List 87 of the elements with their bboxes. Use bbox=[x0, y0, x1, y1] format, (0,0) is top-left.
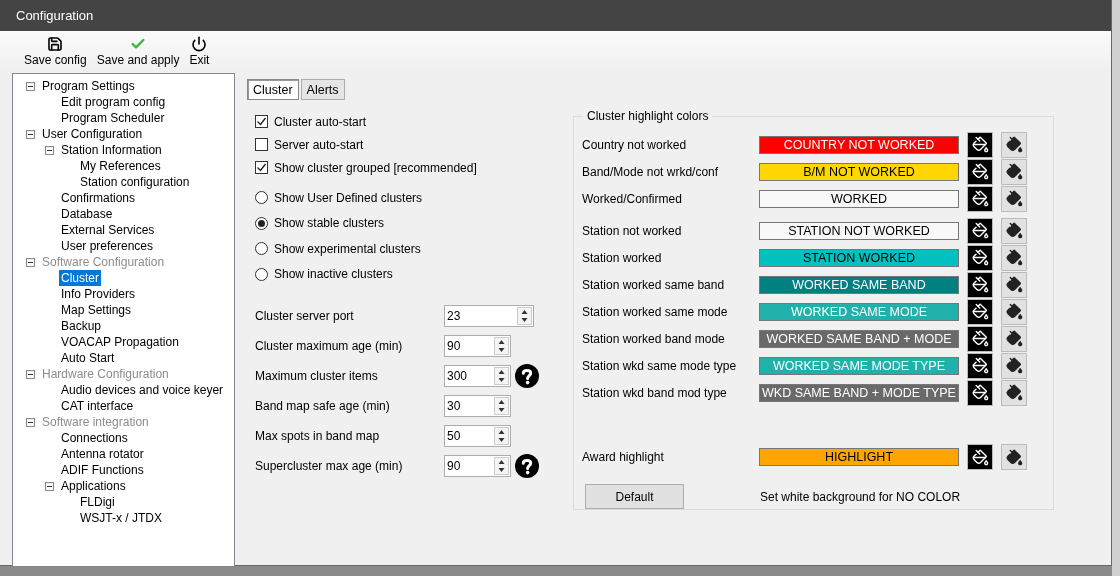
power-icon bbox=[191, 36, 208, 52]
text-color-button[interactable] bbox=[1001, 217, 1027, 244]
number-field[interactable]: 23 bbox=[444, 305, 534, 327]
tree-item[interactable]: External Services bbox=[59, 222, 157, 238]
number-field[interactable]: 90 bbox=[444, 335, 511, 357]
field-label: Max spots in band map bbox=[255, 429, 381, 443]
note-text: Set white background for NO COLOR bbox=[760, 489, 961, 504]
text-color-button[interactable] bbox=[1001, 352, 1027, 379]
collapse-icon[interactable] bbox=[26, 81, 35, 91]
checkbox-label: Cluster auto-start bbox=[274, 114, 367, 129]
tree-item[interactable]: Program Settings bbox=[40, 78, 137, 94]
field-label: Supercluster max age (min) bbox=[255, 459, 404, 473]
tab[interactable]: Alerts bbox=[300, 79, 345, 100]
text-color-button[interactable] bbox=[1001, 379, 1027, 406]
field-label: Cluster server port bbox=[255, 309, 355, 323]
color-label: Award highlight bbox=[582, 450, 665, 464]
color-label: Station worked same mode bbox=[582, 304, 729, 319]
number-field[interactable]: 90 bbox=[444, 455, 511, 477]
field-label: Maximum cluster items bbox=[255, 369, 379, 383]
field-label: Band map safe age (min) bbox=[255, 399, 391, 413]
checkbox[interactable] bbox=[255, 138, 268, 151]
color-label: Station not worked bbox=[582, 223, 683, 238]
checkbox[interactable] bbox=[255, 115, 268, 128]
default-button[interactable]: Default bbox=[585, 484, 684, 509]
toolbar-button[interactable]: Save and apply bbox=[92, 36, 184, 67]
color-sample: WORKED SAME BAND bbox=[759, 275, 959, 294]
help-icon[interactable] bbox=[515, 364, 539, 388]
radio-label: Show User Defined clusters bbox=[274, 190, 423, 205]
color-label: Worked/Confirmed bbox=[582, 191, 683, 206]
field-label: Cluster maximum age (min) bbox=[255, 339, 404, 353]
number-field[interactable]: 50 bbox=[444, 425, 511, 447]
toolbar-button[interactable]: Exit bbox=[185, 36, 214, 67]
text-color-button[interactable] bbox=[1001, 325, 1027, 352]
color-sample: WORKED bbox=[759, 189, 959, 208]
tab[interactable]: Cluster bbox=[247, 79, 299, 100]
radio-label: Show experimental clusters bbox=[274, 241, 421, 256]
color-sample: WKD SAME BAND + MODE TYPE bbox=[759, 383, 959, 402]
color-sample: HIGHLIGHT bbox=[759, 448, 959, 466]
tree-item[interactable]: User Configuration bbox=[40, 126, 145, 142]
color-label: Station wkd same mode type bbox=[582, 358, 738, 373]
text-color-button[interactable] bbox=[1001, 158, 1027, 185]
text-color-button[interactable] bbox=[1001, 444, 1027, 470]
text-color-button[interactable] bbox=[1001, 131, 1027, 158]
radio-label: Show inactive clusters bbox=[274, 267, 393, 282]
tree-item[interactable]: Station configuration bbox=[78, 174, 192, 190]
radio-button[interactable] bbox=[255, 242, 268, 256]
help-icon[interactable] bbox=[515, 454, 539, 478]
color-sample: WORKED SAME BAND + MODE bbox=[759, 329, 959, 348]
number-field[interactable]: 300 bbox=[444, 365, 511, 387]
tree-item[interactable]: User preferences bbox=[59, 238, 156, 254]
color-label: Country not worked bbox=[582, 137, 688, 152]
collapse-icon[interactable] bbox=[26, 129, 35, 139]
text-color-button[interactable] bbox=[1001, 244, 1027, 271]
group-title: Cluster highlight colors bbox=[586, 109, 710, 123]
collapse-icon[interactable] bbox=[45, 145, 54, 155]
checkbox[interactable] bbox=[255, 161, 268, 174]
color-label: Station wkd band mod type bbox=[582, 385, 728, 400]
color-label: Station worked band mode bbox=[582, 331, 726, 346]
toolbar-button[interactable]: Save config bbox=[20, 36, 91, 67]
color-label: Band/Mode not wrkd/conf bbox=[582, 164, 720, 179]
tree-item[interactable]: Station Information bbox=[59, 142, 164, 158]
color-sample: B/M NOT WORKED bbox=[759, 162, 959, 181]
color-sample: COUNTRY NOT WORKED bbox=[759, 135, 959, 154]
checkbox-label: Server auto-start bbox=[274, 137, 364, 152]
radio-button[interactable] bbox=[255, 191, 268, 205]
background-color-button[interactable] bbox=[967, 444, 993, 470]
radio-button[interactable] bbox=[255, 216, 268, 230]
tree-item[interactable]: Edit program config bbox=[59, 94, 168, 110]
text-color-button[interactable] bbox=[1001, 298, 1027, 325]
tree-item[interactable]: My References bbox=[78, 158, 163, 174]
color-sample: WORKED SAME MODE bbox=[759, 302, 959, 321]
window-title: Configuration bbox=[16, 8, 94, 23]
tree-item[interactable]: Database bbox=[59, 206, 115, 222]
save-icon bbox=[47, 36, 64, 52]
text-color-button[interactable] bbox=[1001, 271, 1027, 298]
radio-button[interactable] bbox=[255, 267, 268, 281]
radio-label: Show stable clusters bbox=[274, 216, 385, 231]
tree-item[interactable]: Program Scheduler bbox=[59, 110, 167, 126]
tree-item[interactable]: Confirmations bbox=[59, 190, 138, 206]
number-field[interactable]: 30 bbox=[444, 395, 511, 417]
color-sample: STATION WORKED bbox=[759, 248, 959, 267]
color-label: Station worked bbox=[582, 250, 663, 265]
color-label: Station worked same band bbox=[582, 277, 726, 292]
color-sample: WORKED SAME MODE TYPE bbox=[759, 356, 959, 375]
checkbox-label: Show cluster grouped [recommended] bbox=[274, 160, 477, 175]
text-color-button[interactable] bbox=[1001, 185, 1027, 212]
color-sample: STATION NOT WORKED bbox=[759, 221, 959, 240]
